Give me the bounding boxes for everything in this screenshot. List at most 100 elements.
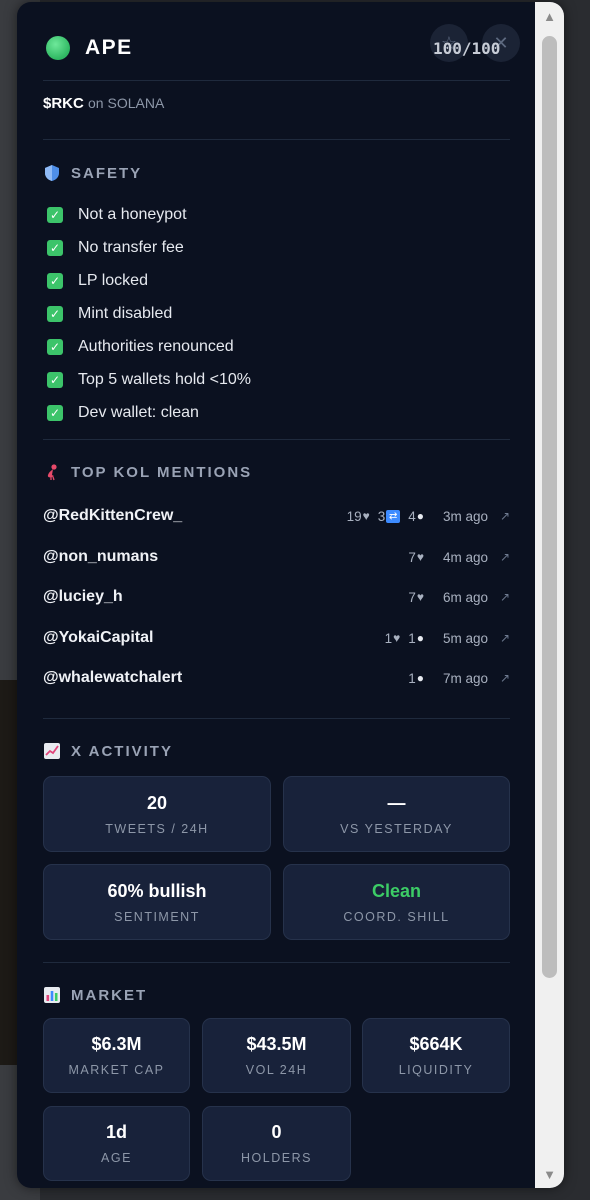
token-chain: on SOLANA (88, 95, 165, 111)
token-info: $RKC on SOLANA (43, 95, 164, 112)
checkmark-icon: ✓ (47, 239, 63, 256)
divider (43, 139, 510, 140)
likes-value: 7 (408, 589, 416, 605)
card-value: 1d (105, 1122, 127, 1142)
vertical-scrollbar[interactable]: ▲ ▼ (535, 2, 564, 1188)
check-label: No transfer fee (78, 238, 184, 256)
card-label: TWEETS / 24H (105, 821, 209, 836)
check-label: Top 5 wallets hold <10% (78, 370, 251, 388)
retweets-count: 3 ⇄ (378, 509, 401, 524)
check-label: Mint disabled (78, 304, 173, 322)
external-link-icon[interactable]: ↗ (496, 671, 510, 685)
status-dot-icon (46, 36, 70, 60)
flamingo-icon (47, 464, 57, 481)
card-value: 20 (146, 792, 168, 813)
checkmark-icon: ✓ (47, 404, 63, 421)
card-label: SENTIMENT (114, 909, 200, 924)
divider (43, 80, 510, 81)
mention-time: 7m ago (442, 670, 488, 686)
scrollbar-thumb[interactable] (542, 36, 557, 978)
speech-bubble-icon: ● (416, 671, 424, 685)
scroll-up-arrow-icon[interactable]: ▲ (535, 2, 564, 30)
card-label: AGE (101, 1151, 132, 1165)
kol-handle[interactable]: @RedKittenCrew_ (43, 507, 182, 525)
panel-content: APE ☆ ✕ 100/100 $RKC on SOLANA SAFETY ✓ N… (43, 2, 520, 1188)
external-link-icon[interactable]: ↗ (496, 509, 510, 523)
external-link-icon[interactable]: ↗ (496, 631, 510, 645)
likes-count: 7 ♥ (408, 590, 424, 605)
sentiment-card: 60% bullish SENTIMENT (43, 864, 271, 940)
safety-check-item: ✓ Dev wallet: clean (47, 396, 251, 429)
card-label: COORD. SHILL (343, 909, 450, 924)
kol-stats: 7 ♥ 6m ago ↗ (408, 590, 510, 605)
likes-value: 1 (384, 630, 393, 646)
kol-handle[interactable]: @non_numans (43, 548, 158, 566)
divider (43, 962, 510, 963)
divider (43, 718, 510, 719)
card-value: 60% bullish (107, 880, 207, 901)
checkmark-icon: ✓ (47, 272, 63, 289)
kol-mention-row[interactable]: @non_numans 7 ♥ 4m ago ↗ (43, 542, 510, 572)
heart-icon: ♥ (416, 550, 424, 564)
kol-handle[interactable]: @YokaiCapital (43, 629, 153, 647)
heart-icon: ♥ (416, 590, 424, 604)
replies-value: 1 (408, 670, 416, 686)
card-label: MARKET CAP (68, 1063, 165, 1077)
external-link-icon[interactable]: ↗ (496, 550, 510, 564)
safety-title-label: SAFETY (71, 164, 143, 182)
safety-check-item: ✓ Not a honeypot (47, 198, 251, 231)
check-label: Authorities renounced (78, 337, 234, 355)
speech-bubble-icon: ● (416, 509, 424, 523)
market-title-label: MARKET (71, 986, 148, 1004)
likes-value: 7 (408, 549, 416, 565)
external-link-icon[interactable]: ↗ (496, 590, 510, 604)
x-activity-title-label: X ACTIVITY (71, 742, 173, 760)
mention-time: 6m ago (442, 589, 488, 605)
kol-handle[interactable]: @luciey_h (43, 588, 123, 606)
safety-check-item: ✓ Top 5 wallets hold <10% (47, 363, 251, 396)
kol-mention-row[interactable]: @RedKittenCrew_ 19 ♥ 3 ⇄ 4 ● 3m ago ↗ (43, 501, 510, 531)
coord-shill-card: Clean COORD. SHILL (283, 864, 510, 940)
safety-check-item: ✓ Mint disabled (47, 297, 251, 330)
card-value: — (387, 792, 406, 813)
card-label: VOL 24H (245, 1063, 308, 1077)
kol-mention-row[interactable]: @YokaiCapital 1 ♥ 1 ● 5m ago ↗ (43, 623, 510, 653)
mention-time: 5m ago (442, 630, 488, 646)
mention-time: 4m ago (442, 549, 488, 565)
safety-check-item: ✓ LP locked (47, 264, 251, 297)
replies-count: 1 ● (408, 671, 424, 686)
card-value: $664K (409, 1034, 463, 1054)
retweet-icon: ⇄ (386, 509, 401, 523)
volume-24h-card: $43.5M VOL 24H (202, 1018, 351, 1093)
vs-yesterday-card: — VS YESTERDAY (283, 776, 510, 852)
check-label: Not a honeypot (78, 205, 187, 223)
safety-section-title: SAFETY (43, 164, 142, 182)
checkmark-icon: ✓ (47, 305, 63, 322)
likes-count: 1 ♥ (385, 631, 401, 646)
kol-stats: 1 ♥ 1 ● 5m ago ↗ (385, 631, 510, 646)
mention-time: 3m ago (442, 508, 488, 524)
replies-value: 1 (408, 630, 416, 646)
kol-mention-row[interactable]: @whalewatchalert 1 ● 7m ago ↗ (43, 663, 510, 693)
kol-mention-row[interactable]: @luciey_h 7 ♥ 6m ago ↗ (43, 582, 510, 612)
divider (43, 439, 510, 440)
kol-stats: 1 ● 7m ago ↗ (408, 671, 510, 686)
bar-chart-icon (44, 987, 60, 1003)
heart-icon: ♥ (362, 509, 370, 523)
card-label: LIQUIDITY (398, 1063, 474, 1077)
market-section-title: MARKET (43, 986, 147, 1004)
card-value: $6.3M (91, 1034, 142, 1054)
x-activity-section-title: X ACTIVITY (43, 742, 173, 760)
scroll-down-arrow-icon[interactable]: ▼ (535, 1160, 564, 1188)
token-analysis-panel: APE ☆ ✕ 100/100 $RKC on SOLANA SAFETY ✓ N… (17, 2, 564, 1188)
token-symbol: $RKC (43, 95, 84, 112)
kol-handle[interactable]: @whalewatchalert (43, 669, 182, 687)
likes-count: 19 ♥ (347, 509, 370, 524)
check-label: LP locked (78, 271, 148, 289)
speech-bubble-icon: ● (416, 631, 424, 645)
liquidity-card: $664K LIQUIDITY (362, 1018, 510, 1093)
card-label: HOLDERS (241, 1151, 312, 1165)
retweets-value: 3 (377, 508, 386, 524)
card-value: $43.5M (246, 1034, 307, 1054)
score-readout: 100/100 (433, 39, 501, 58)
